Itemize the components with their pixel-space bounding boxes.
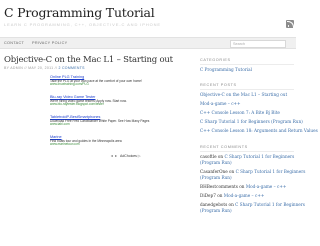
comment-author[interactable]: DiDep7 on (200, 193, 222, 198)
category-link[interactable]: C Programming Tutorial (200, 67, 252, 72)
ad-url[interactable]: www.linuxtraining.com/PLG (50, 82, 145, 87)
recent-post-link[interactable]: C Sharp Tutorial 1 for Beginners (Progra… (200, 119, 303, 124)
recent-comments-title: RECENT COMMENTS (200, 145, 248, 149)
site-tagline: LEARN C PROGRAMMING, C++, OBJECTIVE-C AN… (4, 22, 161, 27)
comment-post-link[interactable]: C Sharp Tutorial 1 for Beginners (235, 202, 305, 207)
divider (200, 64, 294, 65)
divider (200, 89, 294, 90)
ad-item[interactable]: Marine Find boats tour and guides in the… (50, 135, 145, 147)
search-input[interactable]: Search (230, 39, 286, 48)
recent-comment: BHBestcomments on Mod-a-game – c++ (200, 184, 286, 189)
post-meta-byline: BY ADMIN // MAY 20, 2011 // (4, 66, 58, 70)
post-title[interactable]: Objective-C on the Mac L1 – Starting out (4, 55, 173, 65)
adchoices-link[interactable]: AdChoices ▷ (120, 154, 141, 158)
site-title[interactable]: C Programming Tutorial (4, 5, 155, 20)
recent-comment: DiDep7 on Mod-a-game – c++ (200, 193, 264, 198)
ad-item[interactable]: TabletroidP-BestSmartphones Download Fre… (50, 115, 149, 127)
comment-post-link[interactable]: Mod-a-game – c++ (224, 193, 265, 198)
site-header: C Programming Tutorial LEARN C PROGRAMMI… (0, 0, 296, 36)
post-comments-link[interactable]: 2 COMMENTS (58, 66, 84, 70)
ad-nav-arrows-icon[interactable]: ◄ ► (110, 154, 118, 158)
ad-footer: ◄ ► AdChoices ▷ (50, 154, 145, 159)
divider (200, 151, 294, 152)
comment-post-link[interactable]: (Program Run) (200, 175, 232, 180)
ad-block: Online PLG Training Take the PLG at your… (50, 75, 149, 160)
comment-author[interactable]: casoftle on (200, 154, 223, 159)
comment-post-link[interactable]: C Sharp Tutorial 1 for Beginners (224, 154, 294, 159)
categories-title: CATEGORIES (200, 58, 231, 62)
nav-item-privacy-policy[interactable]: PRIVACY POLICY (32, 41, 68, 45)
comment-post-link[interactable]: C Sharp Tutorial 1 for Beginners (236, 169, 306, 174)
post-meta: BY ADMIN // MAY 20, 2011 // 2 COMMENTS (4, 66, 85, 70)
ad-url[interactable]: www.blu-raytester.blogspot.com/tester (50, 102, 145, 107)
recent-posts-title: RECENT POSTS (200, 83, 237, 87)
rss-icon[interactable] (286, 20, 294, 28)
recent-comment: CasanferOne on C Sharp Tutorial 1 for Be… (200, 169, 305, 174)
ad-url[interactable]: www.marinetour.com (50, 142, 145, 147)
comment-post-link[interactable]: Mod-a-game – c++ (246, 184, 287, 189)
ad-item[interactable]: Online PLG Training Take the PLG at your… (50, 75, 145, 87)
comment-post-link[interactable]: (Program Run) (200, 160, 232, 165)
recent-comment: casoftle on C Sharp Tutorial 1 for Begin… (200, 154, 294, 159)
ad-url[interactable]: www.tabl.com (50, 122, 145, 127)
recent-post-link[interactable]: C++ Console Lesson 18: Arguments and Ret… (200, 128, 318, 133)
comment-author[interactable]: danedgebots on (200, 202, 234, 207)
nav-bar: CONTACT PRIVACY POLICY Search (0, 37, 296, 49)
comment-author[interactable]: CasanferOne on (200, 169, 234, 174)
ad-item[interactable]: Blu-ray Video Game Tester We're hiring v… (50, 95, 145, 107)
comment-post-link[interactable]: (Program Run) (200, 208, 232, 213)
recent-post-link[interactable]: Mod-a-game – c++ (200, 101, 241, 106)
recent-post-link[interactable]: C++ Console Lesson 7: A Bite Bj Bite (200, 110, 280, 115)
recent-comment: danedgebots on C Sharp Tutorial 1 for Be… (200, 202, 305, 207)
comment-author[interactable]: BHBestcomments on (200, 184, 244, 189)
nav-item-contact[interactable]: CONTACT (4, 41, 24, 45)
recent-post-link[interactable]: Objective-C on the Mac L1 – Starting out (200, 92, 287, 97)
